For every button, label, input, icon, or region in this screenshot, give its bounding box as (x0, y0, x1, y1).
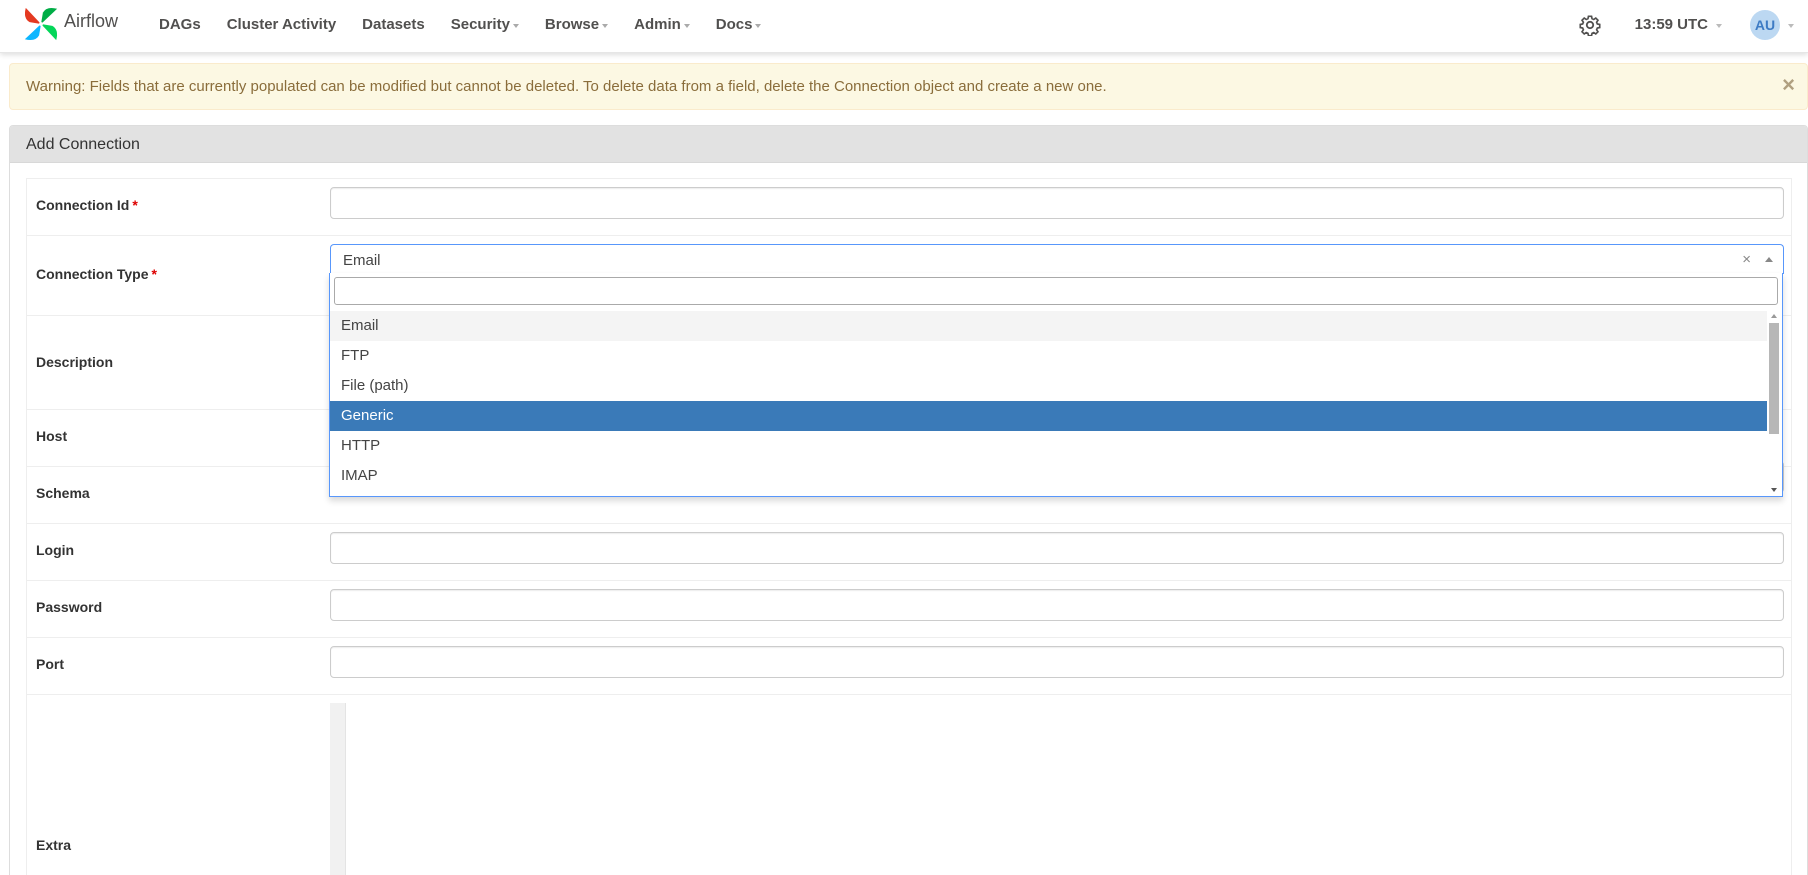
top-navbar: Airflow DAGs Cluster Activity Datasets S… (0, 0, 1808, 53)
nav-datasets-label: Datasets (362, 16, 425, 33)
add-connection-panel: Add Connection Connection Id * Connection… (9, 125, 1808, 875)
clock-time: 13:59 UTC (1634, 16, 1708, 33)
main-nav: DAGs Cluster Activity Datasets Security … (146, 0, 774, 49)
nav-cluster-activity-label: Cluster Activity (226, 16, 337, 33)
option-ftp[interactable]: FTP (330, 341, 1767, 371)
connection-type-select[interactable]: Email × (330, 244, 1784, 274)
scroll-down-icon[interactable] (1771, 488, 1777, 492)
user-avatar[interactable]: AU (1750, 9, 1780, 40)
option-file-path[interactable]: File (path) (330, 371, 1767, 401)
dropdown-scrollbar[interactable] (1767, 311, 1782, 496)
brand-name: Airflow (64, 10, 119, 31)
row-extra: Extra (26, 695, 1792, 875)
option-imap[interactable]: IMAP (330, 461, 1767, 491)
description-label: Description (36, 354, 114, 370)
caret-down-icon[interactable] (1788, 23, 1794, 28)
connection-id-label: Connection Id * (36, 197, 138, 213)
connection-type-dropdown: Email FTP File (path) Generic HTTP IMAP (329, 273, 1783, 497)
chevron-up-icon[interactable] (1765, 257, 1773, 262)
option-generic[interactable]: Generic (330, 401, 1767, 431)
option-http[interactable]: HTTP (330, 431, 1767, 461)
port-label: Port (36, 656, 64, 672)
nav-right: 13:59 UTC AU (1579, 0, 1808, 49)
password-input[interactable] (330, 589, 1784, 621)
port-input[interactable] (330, 646, 1784, 678)
nav-dags[interactable]: DAGs (146, 16, 214, 33)
close-icon[interactable]: × (1782, 74, 1795, 96)
nav-browse-label: Browse (544, 16, 600, 33)
nav-security-label: Security (450, 16, 510, 33)
clear-selection-icon[interactable]: × (1742, 251, 1751, 268)
nav-datasets[interactable]: Datasets (349, 16, 438, 33)
row-port: Port (26, 638, 1792, 695)
dropdown-options: Email FTP File (path) Generic HTTP IMAP (330, 311, 1767, 491)
connection-type-label: Connection Type * (36, 266, 157, 282)
utc-clock-dropdown[interactable]: 13:59 UTC (1635, 16, 1722, 33)
login-input[interactable] (330, 532, 1784, 564)
panel-title: Add Connection (10, 126, 1807, 163)
nav-security[interactable]: Security (438, 16, 532, 33)
airflow-logo-icon (24, 7, 58, 41)
caret-down-icon (512, 23, 519, 28)
nav-admin[interactable]: Admin (621, 16, 703, 33)
connection-type-value: Email (343, 252, 381, 269)
nav-admin-label: Admin (634, 16, 681, 33)
required-marker: * (132, 197, 138, 213)
caret-down-icon (602, 23, 609, 28)
extra-editor-gutter[interactable] (330, 703, 346, 875)
extra-label: Extra (36, 837, 72, 853)
required-marker: * (151, 266, 157, 282)
login-label: Login (36, 542, 75, 558)
caret-down-icon (755, 23, 762, 28)
password-label: Password (36, 599, 103, 615)
connection-id-input[interactable] (330, 187, 1784, 219)
dropdown-search-input[interactable] (334, 277, 1778, 305)
nav-docs-label: Docs (715, 16, 753, 33)
host-label: Host (36, 428, 68, 444)
row-login: Login (26, 524, 1792, 581)
gear-icon[interactable] (1579, 14, 1601, 36)
caret-down-icon (1716, 23, 1722, 28)
nav-browse[interactable]: Browse (532, 16, 621, 33)
scroll-up-icon[interactable] (1771, 314, 1777, 318)
warning-alert: Warning: Fields that are currently popul… (9, 63, 1808, 110)
row-connection-id: Connection Id * (26, 179, 1792, 236)
brand-link[interactable]: Airflow (22, 4, 118, 44)
caret-down-icon (683, 23, 690, 28)
nav-cluster-activity[interactable]: Cluster Activity (214, 16, 349, 33)
option-email[interactable]: Email (330, 311, 1767, 341)
schema-label: Schema (36, 485, 90, 501)
row-password: Password (26, 581, 1792, 638)
scrollbar-thumb[interactable] (1769, 323, 1779, 434)
alert-text: Warning: Fields that are currently popul… (26, 78, 1107, 95)
nav-docs[interactable]: Docs (703, 16, 775, 33)
nav-dags-label: DAGs (159, 16, 201, 33)
